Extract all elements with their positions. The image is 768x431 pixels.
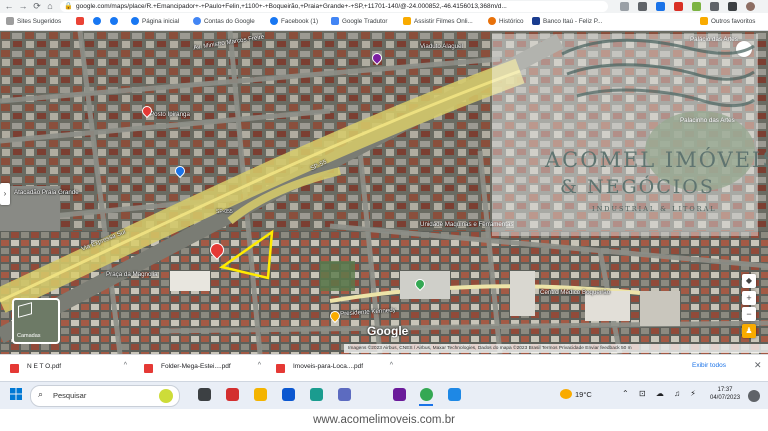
- folder-icon: [403, 17, 411, 26]
- google-logo: Google: [367, 324, 409, 338]
- bookmark-banco-itau[interactable]: Banco Itaú - Feliz P...: [532, 15, 602, 28]
- watermark-title-2: & NEGÓCIOS: [560, 176, 715, 198]
- bookmark-star-icon[interactable]: [638, 2, 647, 11]
- clock-date: 04/07/2023: [710, 395, 741, 401]
- taskbar-search-placeholder: Pesquisar: [53, 391, 87, 400]
- close-downloads-button[interactable]: ✕: [754, 360, 762, 371]
- bookmark-historico[interactable]: Histórico: [488, 15, 524, 28]
- bookmark-gmail[interactable]: [76, 15, 87, 28]
- taskbar-clock[interactable]: 17:37 04/07/2023: [710, 386, 740, 402]
- taskbar-search-box[interactable]: ⌕ Pesquisar: [30, 385, 180, 407]
- share-icon[interactable]: [620, 2, 629, 11]
- zoom-out-button[interactable]: −: [742, 307, 756, 321]
- map-label-praca: Praça da Magnolia: [106, 271, 158, 278]
- pegman-icon[interactable]: ♟: [742, 324, 756, 338]
- gmail-icon: [76, 17, 84, 26]
- map-label-centro-medico: Centro Médico Boqueirão: [540, 289, 611, 296]
- weather-temperature[interactable]: 19°C: [575, 390, 592, 399]
- facebook-icon: [270, 17, 278, 26]
- bookmark-sites-sugeridos[interactable]: Sites Sugeridos: [6, 15, 61, 28]
- download-item-folder[interactable]: Folder-Mega-Estei....pdf ^: [140, 359, 265, 378]
- app-icon[interactable]: [393, 388, 406, 401]
- reload-button[interactable]: ⟳: [32, 1, 42, 12]
- back-button[interactable]: ←: [4, 1, 14, 12]
- side-panel-icon[interactable]: [728, 2, 737, 11]
- file-explorer-icon[interactable]: [254, 388, 267, 401]
- side-panel-toggle[interactable]: ›: [0, 183, 10, 205]
- map-label-posto: Posto Ipiranga: [150, 111, 190, 118]
- extensions-puzzle-icon[interactable]: [710, 2, 719, 11]
- map-label-viaduto: Viaduto Alaguel: [420, 43, 463, 50]
- compass-icon[interactable]: ◆: [742, 274, 756, 288]
- url-text: google.com/maps/place/R.+Emancipador+-+P…: [76, 3, 507, 10]
- footer-website: www.acomelimoveis.com.br: [0, 409, 768, 431]
- bookmark-facebook-2[interactable]: [110, 15, 121, 28]
- download-item-imoveis[interactable]: Imoveis-para-Loca....pdf ^: [272, 359, 397, 378]
- translate-icon: [331, 17, 339, 26]
- windows-start-icon[interactable]: [10, 388, 22, 400]
- chevron-up-icon[interactable]: ^: [390, 362, 393, 369]
- weather-icon: [560, 389, 572, 399]
- lock-icon: 🔒: [64, 3, 73, 10]
- pdf-file-icon: [10, 364, 19, 373]
- system-tray[interactable]: ⌃ ⊡ ☁ ♫ ⚡: [622, 389, 700, 398]
- bookmark-pagina-inicial[interactable]: Página inicial: [131, 15, 179, 28]
- pdf-file-icon: [144, 364, 153, 373]
- pdf-file-icon: [276, 364, 285, 373]
- layers-button[interactable]: Camadas: [12, 298, 60, 344]
- watermark-subtitle: INDUSTRIAL & LITORAL: [592, 205, 717, 213]
- google-icon: [193, 17, 201, 26]
- download-file-name: N E T O.pdf: [27, 363, 62, 370]
- map-attribution: Imagens ©2023 Airbus, CNES / Airbus, Max…: [344, 344, 768, 353]
- edge-icon[interactable]: [310, 388, 323, 401]
- facebook-icon: [131, 17, 139, 26]
- chevron-up-icon[interactable]: ^: [258, 362, 261, 369]
- download-file-name: Imoveis-para-Loca....pdf: [293, 363, 364, 370]
- chrome-icon[interactable]: [420, 388, 433, 401]
- map-label-sp055: SP-055: [216, 209, 233, 215]
- extension-icon[interactable]: [656, 2, 665, 11]
- extension-green-icon[interactable]: [692, 2, 701, 11]
- facebook-icon: [93, 17, 101, 26]
- downloads-bar: N E T O.pdf ^ Folder-Mega-Estei....pdf ^…: [0, 354, 768, 382]
- search-icon: ⌕: [38, 389, 44, 399]
- chevron-up-icon[interactable]: ^: [124, 362, 127, 369]
- profile-avatar-icon[interactable]: [746, 2, 755, 11]
- search-highlight-icon: [159, 389, 173, 403]
- bookmark-google-tradutor[interactable]: Google Tradutor: [331, 15, 388, 28]
- extension-red-icon[interactable]: [674, 2, 683, 11]
- task-view-icon[interactable]: [198, 388, 211, 401]
- address-bar-row: ← → ⟳ ⌂ 🔒 google.com/maps/place/R.+Emanc…: [0, 0, 768, 13]
- show-all-downloads-button[interactable]: Exibir todos: [692, 362, 726, 369]
- adobe-icon[interactable]: [226, 388, 239, 401]
- download-item-neto[interactable]: N E T O.pdf ^: [6, 359, 131, 378]
- bookmark-outros-favoritos[interactable]: Outros favoritos: [700, 15, 755, 28]
- bookmark-facebook-count[interactable]: Facebook (1): [270, 15, 318, 28]
- store-icon[interactable]: [338, 388, 351, 401]
- watermark-title: ACOMEL IMÓVEIS: [545, 148, 768, 172]
- bookmark-facebook-1[interactable]: [93, 15, 104, 28]
- forward-button[interactable]: →: [18, 1, 28, 12]
- history-icon: [488, 17, 496, 26]
- home-button[interactable]: ⌂: [45, 1, 55, 12]
- layers-label: Camadas: [17, 333, 41, 339]
- mail-icon[interactable]: [282, 388, 295, 401]
- clock-time: 17:37: [717, 387, 733, 393]
- facebook-icon: [110, 17, 118, 26]
- url-field[interactable]: 🔒 google.com/maps/place/R.+Emancipador+-…: [60, 1, 608, 12]
- zoom-in-button[interactable]: +: [742, 291, 756, 305]
- folder-icon: [700, 17, 708, 26]
- active-app-indicator: [419, 404, 433, 406]
- bookmark-contas-google[interactable]: Contas do Google: [193, 15, 255, 28]
- notifications-icon[interactable]: [748, 390, 760, 402]
- bank-icon: [532, 17, 540, 26]
- bookmark-assistir-filmes[interactable]: Assistir Filmes Onli...: [403, 15, 473, 28]
- download-file-name: Folder-Mega-Estei....pdf: [161, 363, 231, 370]
- layers-icon: [18, 302, 32, 318]
- apps-icon: [6, 17, 14, 26]
- cloud-icon[interactable]: [448, 388, 461, 401]
- map-label-atacadao: Atacadão Praia Grande: [14, 189, 79, 196]
- bookmarks-bar: Sites Sugeridos Página inicial Contas do…: [0, 13, 768, 31]
